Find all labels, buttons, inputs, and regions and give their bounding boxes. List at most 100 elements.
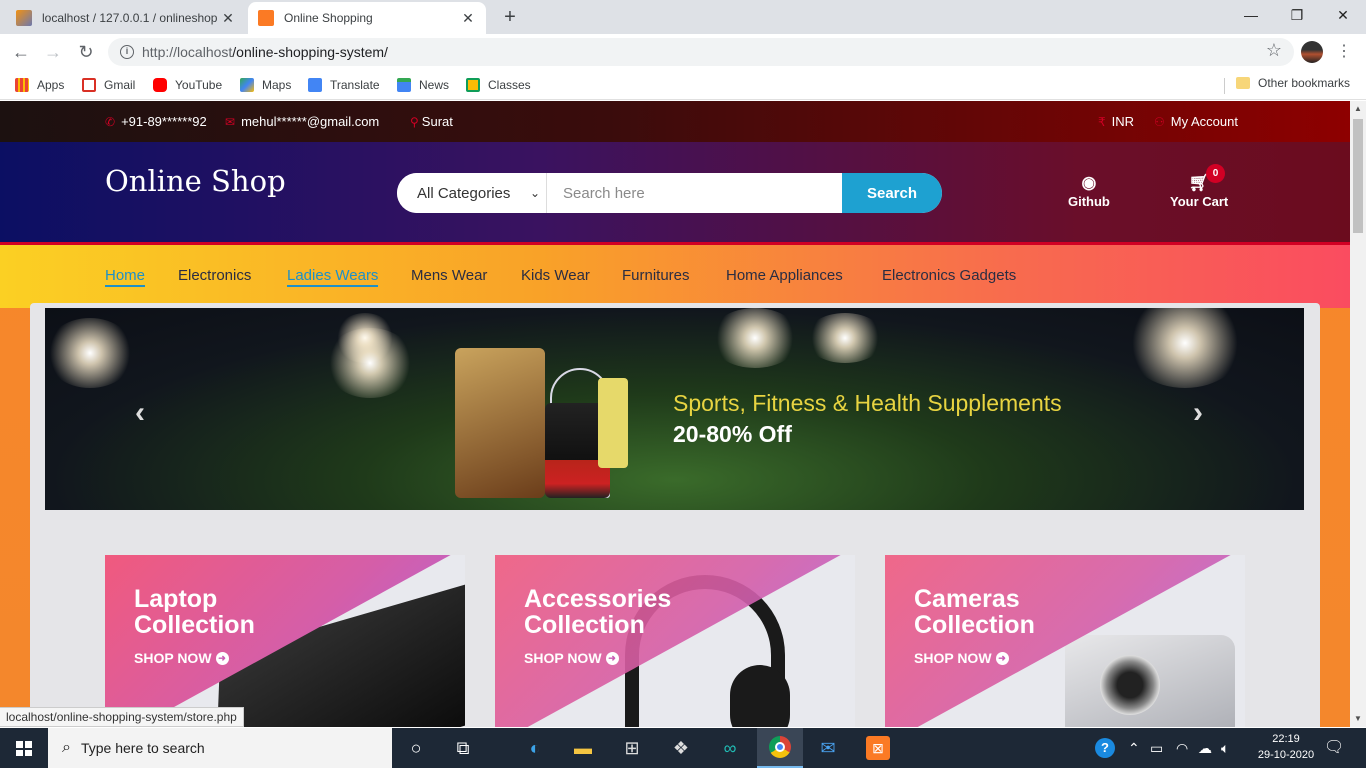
bookmark-apps[interactable]: Apps [15, 76, 64, 94]
laptop-collection-card[interactable]: Laptop Collection SHOP NOW ➜ [105, 555, 465, 727]
shop-now-link[interactable]: SHOP NOW ➜ [914, 650, 1009, 666]
task-view-icon[interactable]: ⧉ [451, 736, 475, 760]
shop-now-link[interactable]: SHOP NOW ➜ [134, 650, 229, 666]
new-tab-button[interactable]: + [498, 6, 522, 30]
other-bookmarks[interactable]: Other bookmarks [1236, 76, 1350, 90]
volume-icon[interactable]: 🔈︎ [1221, 728, 1229, 768]
forward-arrow-icon[interactable]: → [41, 40, 65, 64]
arrow-circle-right-icon: ➜ [995, 651, 1009, 665]
header-email[interactable]: ✉ mehul******@gmail.com [225, 114, 379, 129]
accessories-collection-card[interactable]: Accessories Collection SHOP NOW ➜ [495, 555, 855, 727]
close-window-button[interactable]: ✕ [1320, 4, 1366, 28]
nav-kids-wear[interactable]: Kids Wear [521, 267, 590, 284]
github-link[interactable]: ◉ Github [1068, 172, 1110, 209]
cortana-icon[interactable]: ○ [404, 736, 428, 760]
chrome-taskbar-button[interactable] [757, 728, 803, 768]
wifi-icon[interactable]: ◠ [1176, 728, 1188, 768]
nav-mens-wear[interactable]: Mens Wear [411, 267, 487, 284]
classroom-icon [466, 78, 480, 92]
bookmark-separator [1224, 78, 1225, 94]
github-label: Github [1068, 194, 1110, 209]
url-path: /online-shopping-system/ [232, 44, 388, 60]
chevron-down-icon: ⌄ [529, 186, 540, 200]
info-icon[interactable]: i [120, 45, 134, 59]
close-tab-icon[interactable]: ✕ [220, 10, 236, 26]
notifications-icon[interactable]: 🗨︎ [1324, 728, 1344, 768]
back-arrow-icon[interactable]: ← [9, 40, 33, 64]
email-text: mehul******@gmail.com [241, 114, 380, 129]
collection-title: Accessories Collection [524, 586, 724, 638]
envelope-icon: ✉ [225, 114, 236, 129]
cloud-icon[interactable]: ☁ [1198, 728, 1212, 768]
cameras-collection-card[interactable]: Cameras Collection SHOP NOW ➜ [885, 555, 1245, 727]
reload-icon[interactable]: ↻ [74, 40, 98, 64]
tab-online-shopping[interactable]: Online Shopping ✕ [248, 2, 486, 34]
shop-now-link[interactable]: SHOP NOW ➜ [524, 650, 619, 666]
windows-taskbar: ⌕ Type here to search ○ ⧉ ◐ ▬ ⊞ ❖ ∞ ✉ ⊠ … [0, 728, 1366, 768]
search-button[interactable]: Search [842, 173, 942, 213]
minimize-button[interactable]: — [1228, 4, 1274, 28]
edge-icon[interactable]: ◐ [523, 736, 547, 760]
category-nav: Home Electronics Ladies Wears Mens Wear … [0, 242, 1350, 308]
battery-icon[interactable]: ▭ [1150, 728, 1163, 768]
nav-electronics[interactable]: Electronics [178, 267, 251, 284]
bookmark-star-icon[interactable]: ☆ [1266, 40, 1282, 61]
profile-avatar[interactable] [1301, 41, 1323, 63]
shop-now-label: SHOP NOW [914, 650, 992, 666]
nav-furnitures[interactable]: Furnitures [622, 267, 690, 284]
cart-label: Your Cart [1170, 194, 1229, 209]
help-icon[interactable]: ? [1095, 728, 1115, 768]
browser-menu-icon[interactable]: ⋮ [1336, 40, 1352, 64]
taskbar-search-box[interactable]: ⌕ Type here to search [48, 728, 392, 768]
other-bookmarks-label: Other bookmarks [1258, 76, 1351, 90]
carousel-next-icon[interactable]: › [1193, 396, 1203, 430]
protein-bag-image [455, 348, 545, 498]
collection-title-line1: Accessories [524, 585, 672, 613]
bookmarks-bar: Apps Gmail YouTube Maps Translate News C… [0, 70, 1366, 100]
xampp-icon[interactable]: ⊠ [866, 736, 890, 760]
shuttlecock-tube-image [598, 378, 628, 468]
scroll-up-icon[interactable]: ▲ [1350, 101, 1366, 117]
nav-electronics-gadgets[interactable]: Electronics Gadgets [882, 267, 1016, 284]
bookmark-label: Apps [37, 78, 65, 92]
bookmark-translate[interactable]: Translate [308, 76, 380, 94]
dropbox-icon[interactable]: ❖ [669, 736, 693, 760]
close-tab-icon[interactable]: ✕ [460, 10, 476, 26]
nav-home-appliances[interactable]: Home Appliances [726, 267, 843, 284]
account-text: My Account [1170, 114, 1238, 129]
search-input[interactable] [547, 173, 842, 213]
tray-expand-icon[interactable]: ⌃ [1128, 728, 1140, 768]
start-button[interactable] [0, 728, 48, 768]
store-icon[interactable]: ⊞ [620, 736, 644, 760]
cart-link[interactable]: 🛒︎ Your Cart 0 [1170, 164, 1229, 209]
bookmark-gmail[interactable]: Gmail [82, 76, 135, 94]
main-header: Online Shop All Categories ⌄ Search ◉ Gi… [0, 142, 1350, 242]
arduino-icon[interactable]: ∞ [718, 736, 742, 760]
scrollbar-thumb[interactable] [1353, 119, 1363, 233]
header-phone[interactable]: ✆ +91-89******92 [105, 114, 207, 129]
file-explorer-icon[interactable]: ▬ [571, 736, 595, 760]
scroll-down-icon[interactable]: ▼ [1350, 711, 1366, 727]
header-my-account[interactable]: ⚇ My Account [1154, 114, 1238, 129]
carousel-prev-icon[interactable]: ‹ [135, 396, 145, 430]
bookmark-classes[interactable]: Classes [466, 76, 531, 94]
phone-icon: ✆ [105, 114, 116, 129]
location-text: Surat [421, 114, 453, 129]
category-select[interactable]: All Categories ⌄ [397, 173, 547, 213]
address-bar[interactable]: i http://localhost/online-shopping-syste… [108, 38, 1294, 66]
site-logo[interactable]: Online Shop [105, 164, 286, 198]
header-location[interactable]: ⚲ Surat [410, 114, 453, 129]
system-clock[interactable]: 22:19 29-10-2020 [1256, 731, 1316, 763]
restore-button[interactable]: ❐ [1274, 4, 1320, 28]
banner-headline: Sports, Fitness & Health Supplements [673, 390, 1062, 416]
bookmark-maps[interactable]: Maps [240, 76, 291, 94]
github-icon: ◉ [1081, 173, 1097, 192]
header-currency[interactable]: ₹ INR [1098, 114, 1134, 129]
nav-home[interactable]: Home [105, 267, 146, 287]
mail-icon[interactable]: ✉ [816, 736, 840, 760]
nav-ladies-wears[interactable]: Ladies Wears [287, 267, 379, 287]
page-scrollbar[interactable]: ▲ ▼ [1350, 101, 1366, 727]
bookmark-youtube[interactable]: YouTube [153, 76, 222, 94]
tab-phpmyadmin[interactable]: localhost / 127.0.0.1 / onlineshop ✕ [6, 2, 246, 34]
bookmark-news[interactable]: News [397, 76, 449, 94]
